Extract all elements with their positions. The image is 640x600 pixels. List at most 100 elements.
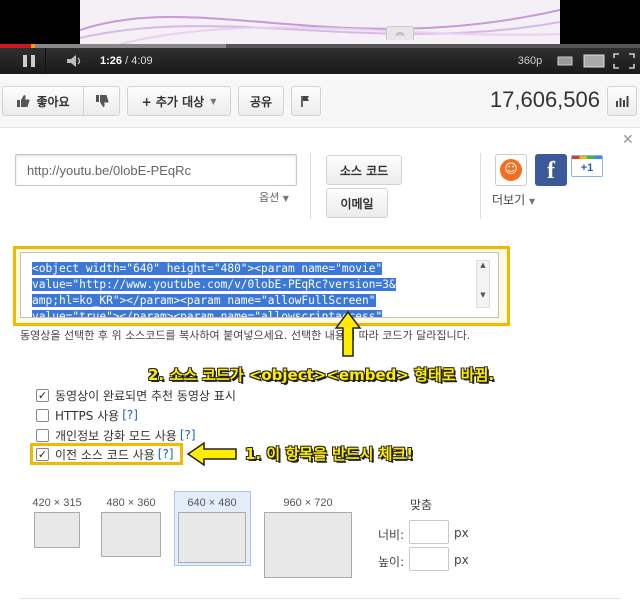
google-plus-icon[interactable]: +1: [571, 155, 603, 177]
dropdown-arrow-icon: ▼: [282, 194, 289, 203]
embed-code-text: <object width="640" height="480"><param …: [32, 261, 480, 317]
share-button[interactable]: 공유: [238, 86, 284, 116]
panel-divider: [480, 153, 481, 219]
large-player-icon: [583, 54, 605, 68]
time-total: / 4:09: [125, 55, 153, 67]
short-url-input[interactable]: [15, 154, 297, 186]
stats-button[interactable]: [607, 86, 637, 116]
size-label: 480 × 360: [106, 497, 156, 509]
quality-button[interactable]: 360p: [510, 48, 550, 74]
email-button[interactable]: 이메일: [326, 188, 388, 218]
google-plus-color-strip: [572, 156, 602, 159]
embed-code-line: amp;hl=ko_KR"></param><param name="allow…: [32, 293, 480, 309]
dropdown-arrow-icon: ▼: [210, 96, 217, 106]
embed-code-line: value="http://www.youtube.com/v/0lobE-PE…: [32, 277, 480, 293]
thumbs-up-icon: [17, 95, 30, 107]
flag-icon: [301, 96, 309, 107]
video-area[interactable]: ︽: [0, 0, 640, 44]
custom-size-title: 맞춤: [410, 498, 433, 512]
help-link[interactable]: [?]: [180, 428, 196, 442]
option-label: 이전 소스 코드 사용: [55, 447, 155, 462]
width-input[interactable]: [409, 520, 449, 544]
annotation-note-1: 1. 이 항목을 반드시 체크!: [245, 445, 414, 463]
height-label: 높이:: [378, 555, 405, 569]
player-controls: 1:26 / 4:09 360p: [0, 48, 640, 74]
view-count: 17,606,506: [489, 87, 600, 112]
google-plus-label: +1: [580, 162, 594, 174]
option-https[interactable]: HTTPS 사용 [?]: [36, 407, 138, 423]
embed-code-line: value="true"></param><param name="allows…: [32, 309, 480, 317]
arrow-left-icon: [186, 441, 237, 467]
speaker-icon: [67, 55, 81, 67]
add-to-label: + 추가 대상: [141, 94, 205, 109]
checkbox-checked[interactable]: ✓: [36, 388, 49, 402]
smiley-icon: ☺: [500, 159, 522, 181]
like-label: 좋아요: [36, 94, 70, 109]
add-to-button[interactable]: + 추가 대상 ▼: [127, 86, 231, 116]
dropdown-arrow-icon: ▼: [528, 197, 536, 206]
size-preview: [101, 512, 161, 557]
embed-code-line-text: value="true"></param><param name="allows…: [32, 310, 383, 317]
video-swirl-graphic: [80, 9, 560, 44]
facebook-icon[interactable]: f: [535, 154, 567, 186]
size-option-960[interactable]: 960 × 720: [262, 497, 354, 578]
embed-code-line-text: value="http://www.youtube.com/v/0lobE-PE…: [32, 278, 396, 291]
size-option-640[interactable]: 640 × 480: [176, 497, 248, 563]
size-label: 640 × 480: [187, 497, 237, 509]
like-button[interactable]: 좋아요: [2, 86, 84, 116]
panel-bottom-divider: [20, 598, 620, 599]
options-label: 옵션: [259, 191, 280, 204]
help-link[interactable]: [?]: [158, 447, 174, 461]
fullscreen-icon: [613, 53, 635, 69]
checkbox[interactable]: [36, 428, 49, 442]
pause-icon: [22, 55, 27, 67]
fullscreen-button[interactable]: [612, 48, 636, 74]
annotation-note-2: 2. 소스 코드가 <object><embed> 형태로 바뀜.: [148, 366, 495, 384]
help-link[interactable]: [?]: [122, 408, 138, 422]
size-preview: [34, 512, 80, 548]
large-player-button[interactable]: [581, 48, 607, 74]
thumbs-down-icon: [95, 95, 108, 107]
small-player-button[interactable]: [554, 48, 576, 74]
source-code-button[interactable]: 소스 코드: [326, 155, 402, 185]
close-icon[interactable]: ✕: [622, 132, 634, 148]
embed-code-textarea[interactable]: <object width="640" height="480"><param …: [20, 252, 499, 318]
option-label: 개인정보 강화 모드 사용: [55, 428, 177, 443]
size-option-420[interactable]: 420 × 315: [26, 497, 88, 548]
video-frame[interactable]: ︽: [80, 0, 560, 44]
scroll-up-icon[interactable]: ▲: [477, 261, 489, 269]
option-label: 동영상이 완료되면 추천 동영상 표시: [55, 388, 236, 403]
time-current: 1:26: [100, 55, 123, 67]
checkbox-checked[interactable]: ✓: [36, 447, 49, 461]
arrow-up-icon: [334, 310, 362, 357]
small-player-icon: [557, 56, 573, 66]
scroll-down-icon[interactable]: ▼: [477, 291, 489, 299]
expand-chevron-icon[interactable]: ︽: [386, 26, 414, 40]
pause-icon-bar: [30, 55, 35, 67]
volume-button[interactable]: [58, 48, 92, 74]
size-preview: [264, 512, 352, 578]
embed-help-text: 동영상을 선택한 후 위 소스코드를 복사하여 붙여넣으세요. 선택한 내용에 …: [20, 329, 471, 342]
height-input[interactable]: [409, 547, 449, 571]
more-link[interactable]: 더보기 ▼: [492, 191, 535, 208]
width-label: 너비:: [378, 528, 405, 542]
flag-button[interactable]: [291, 86, 321, 116]
panel-divider: [310, 153, 311, 219]
option-privacy-mode[interactable]: 개인정보 강화 모드 사용 [?]: [36, 427, 196, 443]
options-link[interactable]: 옵션 ▼: [259, 189, 289, 205]
more-label: 더보기: [492, 193, 526, 207]
social-share-button[interactable]: ☺: [495, 154, 527, 186]
dislike-button[interactable]: [84, 86, 120, 116]
width-unit: px: [454, 526, 469, 540]
checkbox[interactable]: [36, 408, 49, 422]
size-option-480[interactable]: 480 × 360: [100, 497, 162, 557]
height-unit: px: [454, 553, 469, 567]
time-display: 1:26 / 4:09: [100, 48, 153, 74]
embed-scrollbar[interactable]: ▲ ▼: [476, 260, 490, 308]
option-label: HTTPS 사용: [55, 408, 120, 423]
pause-button[interactable]: [12, 48, 46, 74]
embed-code-line-text: <object width="640" height="480"><param …: [32, 262, 383, 275]
embed-code-line-text: amp;hl=ko_KR"></param><param name="allow…: [32, 294, 376, 307]
option-old-embed-code[interactable]: ✓ 이전 소스 코드 사용 [?]: [36, 446, 174, 462]
option-related-videos[interactable]: ✓ 동영상이 완료되면 추천 동영상 표시: [36, 387, 236, 403]
